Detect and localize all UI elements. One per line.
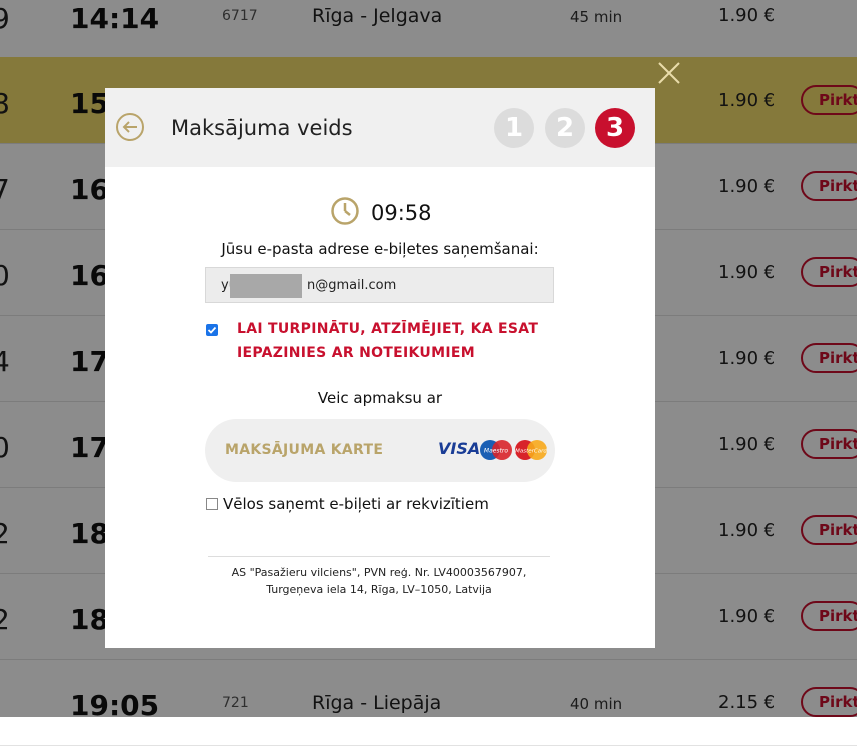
email-label: Jūsu e-pasta adrese e-biļetes saņemšanai… [221,240,539,258]
mastercard-logo: MasterCard [514,438,548,462]
timer-value: 09:58 [371,201,432,225]
company-line-1: AS "Pasažieru vilciens", PVN reģ. Nr. LV… [231,566,527,579]
requisites-checkbox[interactable] [206,498,218,510]
company-line-2: Turgeņeva iela 14, Rīga, LV–1050, Latvij… [266,583,492,596]
visa-logo: VISA [438,439,481,458]
payment-modal: Maksājuma veids 1 2 3 09:58 Jūsu e-pasta… [105,88,655,648]
terms-link[interactable]: LAI TURPINĀTU, ATZĪMĒJIET, KA ESAT IEPAZ… [237,317,547,365]
card-payment-button[interactable]: MAKSĀJUMA KARTE VISA Maestro MasterCard [205,419,555,482]
step-indicator-1: 1 [494,108,534,148]
payment-label: Veic apmaksu ar [317,389,443,407]
divider [208,556,550,557]
step-indicator-3: 3 [595,108,635,148]
modal-header: Maksājuma veids 1 2 3 [105,88,655,167]
email-redaction [230,274,302,298]
modal-title: Maksājuma veids [171,116,353,140]
clock-icon [330,196,360,226]
email-field[interactable]: yu n@gmail.com [205,267,554,303]
maestro-text: Maestro [484,448,508,455]
back-arrow-icon[interactable] [115,112,145,142]
requisites-label[interactable]: Vēlos saņemt e-biļeti ar rekvizītiem [223,495,489,513]
close-icon[interactable] [656,60,682,86]
terms-checkbox[interactable] [206,321,218,336]
maestro-logo: Maestro [479,438,513,462]
card-payment-label: MAKSĀJUMA KARTE [225,442,384,458]
step-indicator-2: 2 [545,108,585,148]
company-info: AS "Pasažieru vilciens", PVN reģ. Nr. LV… [208,564,550,598]
countdown-timer: 09:58 [330,196,530,230]
mastercard-text: MasterCard [515,449,547,455]
email-suffix: n@gmail.com [307,278,397,293]
